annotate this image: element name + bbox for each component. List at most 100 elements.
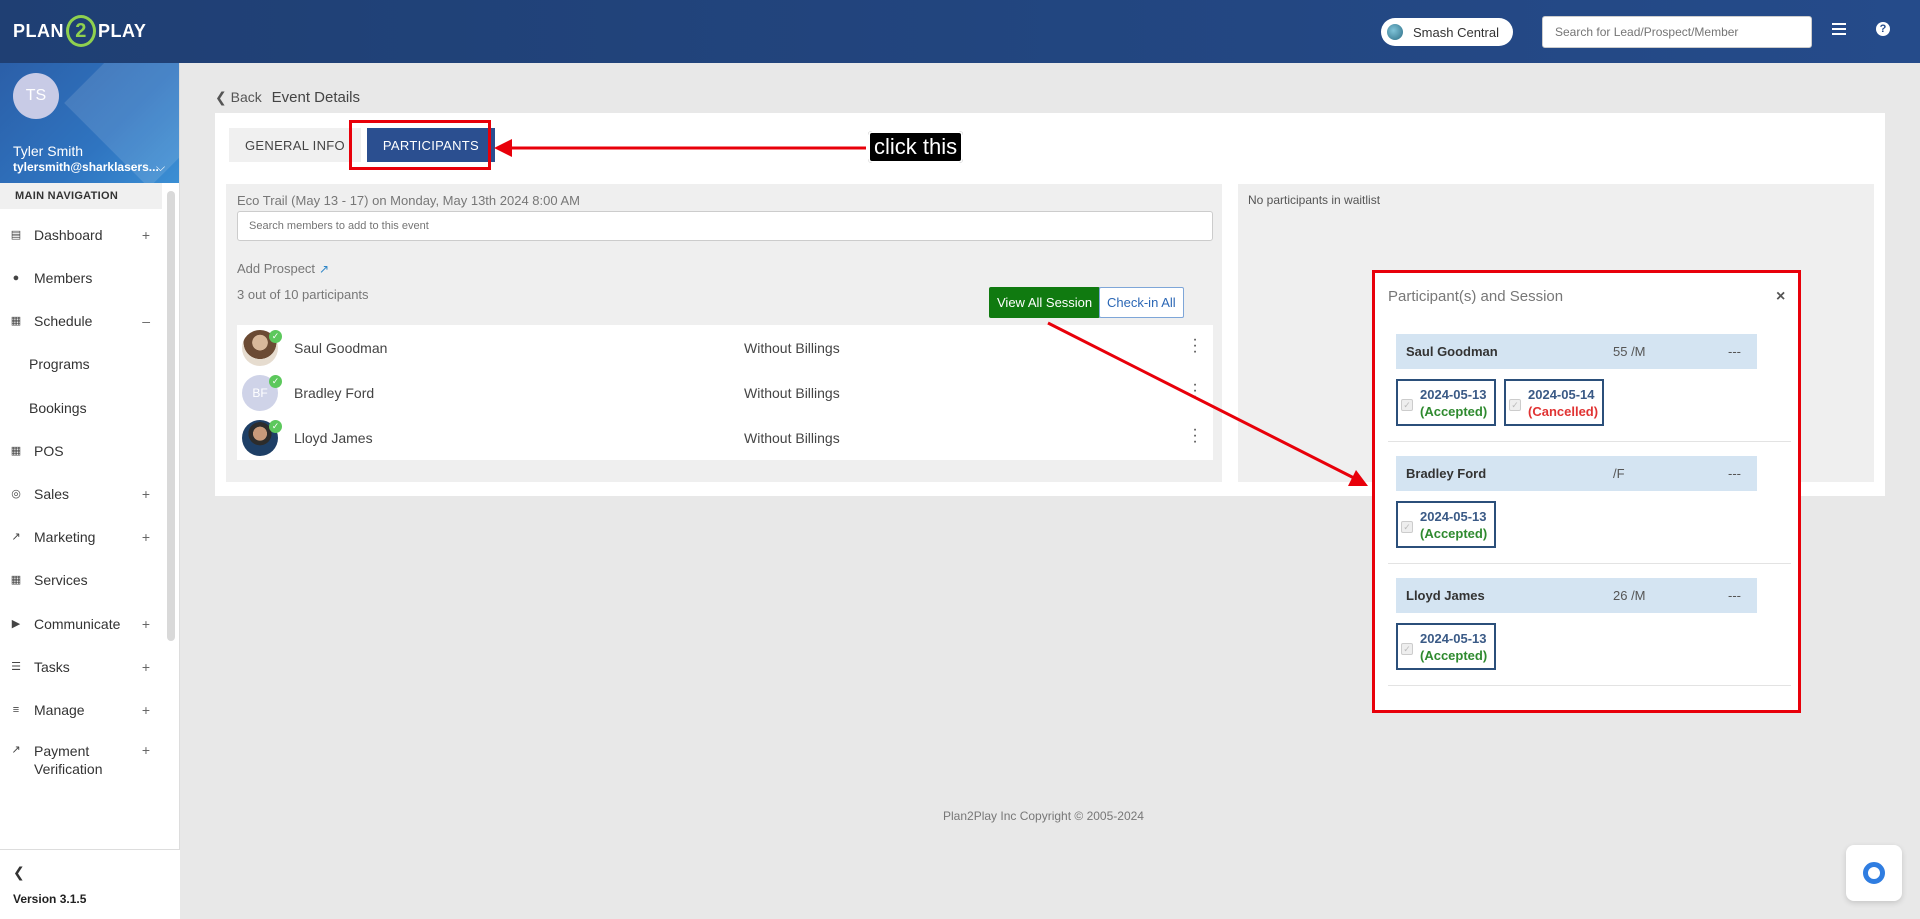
sidebar-item-payment-verification[interactable]: ↗ Payment Verification + (0, 738, 160, 782)
waitlist-empty-text: No participants in waitlist (1248, 193, 1381, 207)
globe-icon (1387, 24, 1403, 40)
breadcrumb: ❮ Back Event Details (215, 89, 360, 106)
chart-icon: ▤ (10, 229, 22, 241)
bars-icon: ≡ (12, 704, 20, 716)
sidebar-item-label: Members (34, 270, 93, 286)
session-checkbox[interactable]: ✓ (1401, 643, 1413, 655)
sidebar-item-communicate[interactable]: ▶ Communicate + (0, 609, 160, 639)
location-selector[interactable]: Smash Central (1381, 18, 1513, 46)
modal-title: Participant(s) and Session (1388, 288, 1564, 305)
expand-icon[interactable]: + (142, 702, 150, 718)
check-in-all-button[interactable]: Check-in All (1099, 287, 1184, 318)
session-date: 2024-05-13 (1420, 509, 1487, 524)
expand-icon[interactable]: + (142, 616, 150, 632)
session-chip[interactable]: ✓ 2024-05-13 (Accepted) (1396, 379, 1496, 426)
participant-name: Bradley Ford (1406, 466, 1487, 481)
divider (1388, 441, 1791, 442)
billing-status: Without Billings (744, 430, 840, 446)
member-search-input[interactable] (237, 211, 1213, 241)
sidebar-item-marketing[interactable]: ↗ Marketing + (0, 522, 160, 552)
session-checkbox[interactable]: ✓ (1509, 399, 1521, 411)
table-row[interactable]: BF ✓ Bradley Ford Without Billings · · · (237, 370, 1213, 415)
app-version: Version 3.1.5 (13, 892, 87, 906)
back-link[interactable]: ❮ Back (215, 89, 262, 105)
logo-text-play: PLAY (98, 20, 147, 41)
app-logo[interactable]: PLAN 2 PLAY (13, 13, 146, 49)
more-options-icon[interactable]: · · · (1192, 422, 1198, 450)
avatar[interactable]: TS (13, 73, 59, 119)
sidebar-item-label: Services (34, 572, 88, 588)
close-icon[interactable]: × (1776, 288, 1785, 306)
expand-icon[interactable]: + (142, 742, 150, 758)
session-chip[interactable]: ✓ 2024-05-14 (Cancelled) (1504, 379, 1604, 426)
expand-icon[interactable]: + (142, 529, 150, 545)
support-button[interactable] (1846, 845, 1902, 901)
sidebar-item-services[interactable]: ▦ Services (0, 565, 160, 595)
sidebar-item-label: Verification (34, 761, 103, 777)
session-list: ✓ 2024-05-13 (Accepted) (1396, 501, 1504, 548)
participant-list: ✓ Saul Goodman Without Billings · · · BF ✓… (237, 325, 1213, 460)
session-checkbox[interactable]: ✓ (1401, 399, 1413, 411)
sidebar-item-programs[interactable]: Programs (0, 349, 160, 379)
divider (1388, 685, 1791, 686)
session-status: (Accepted) (1420, 526, 1488, 541)
user-name: Tyler Smith (13, 143, 84, 159)
chevron-down-icon[interactable]: ⌵ (156, 160, 165, 175)
participant-count: 3 out of 10 participants (237, 287, 369, 302)
session-group-header: Saul Goodman 55 /M --- (1396, 334, 1757, 369)
session-group-header: Lloyd James 26 /M --- (1396, 578, 1757, 613)
session-date: 2024-05-13 (1420, 631, 1487, 646)
more-options-icon[interactable]: · · · (1192, 332, 1198, 360)
sidebar-item-pos[interactable]: ▦ POS (0, 436, 160, 466)
table-row[interactable]: ✓ Lloyd James Without Billings · · · (237, 415, 1213, 460)
sidebar-item-sales[interactable]: ◎ Sales + (0, 479, 160, 509)
event-summary: Eco Trail (May 13 - 17) on Monday, May 1… (237, 193, 580, 208)
participant-name[interactable]: Bradley Ford (294, 385, 374, 401)
help-icon[interactable]: ? (1876, 22, 1890, 36)
session-list: ✓ 2024-05-13 (Accepted) ✓ 2024-05-14 (Ca… (1396, 379, 1612, 426)
more-options-icon[interactable]: · · · (1192, 377, 1198, 405)
annotation-highlight-box (349, 120, 491, 170)
expand-icon[interactable]: + (142, 659, 150, 675)
participant-name[interactable]: Saul Goodman (294, 340, 387, 356)
sidebar-item-label: Dashboard (34, 227, 103, 243)
sidebar-item-manage[interactable]: ≡ Manage + (0, 695, 160, 725)
list-icon: ☰ (11, 661, 21, 673)
sidebar-item-members[interactable]: ● Members (0, 263, 160, 293)
calendar-icon: ▦ (10, 315, 22, 327)
sidebar-footer: ❮ Version 3.1.5 (0, 849, 180, 919)
collapse-sidebar-icon[interactable]: ❮ (13, 864, 25, 881)
sidebar-scrollbar[interactable] (167, 191, 175, 641)
sidebar-item-schedule[interactable]: ▦ Schedule – (0, 306, 160, 336)
hamburger-menu-icon[interactable] (1832, 23, 1846, 35)
chart-line-icon: ↗ (11, 744, 21, 756)
external-link-icon: ↗ (319, 262, 330, 276)
expand-icon[interactable]: + (142, 227, 150, 243)
page-title: Event Details (271, 89, 361, 106)
session-chip[interactable]: ✓ 2024-05-13 (Accepted) (1396, 501, 1496, 548)
logo-text-2: 2 (66, 15, 96, 47)
expand-icon[interactable]: + (142, 486, 150, 502)
sidebar-item-bookings[interactable]: Bookings (0, 393, 160, 423)
collapse-icon[interactable]: – (142, 313, 150, 329)
session-checkbox[interactable]: ✓ (1401, 521, 1413, 533)
sidebar-item-tasks[interactable]: ☰ Tasks + (0, 652, 160, 682)
tab-general-info[interactable]: GENERAL INFO (229, 128, 361, 162)
global-search-input[interactable] (1542, 16, 1812, 48)
sidebar-item-label-wrap: Payment Verification (34, 742, 102, 778)
check-icon: ✓ (269, 375, 282, 388)
participant-age-gender: /F (1613, 466, 1625, 481)
session-date: 2024-05-13 (1420, 387, 1487, 402)
session-chip[interactable]: ✓ 2024-05-13 (Accepted) (1396, 623, 1496, 670)
sidebar-item-dashboard[interactable]: ▤ Dashboard + (0, 220, 160, 250)
table-row[interactable]: ✓ Saul Goodman Without Billings · · · (237, 325, 1213, 370)
session-list: ✓ 2024-05-13 (Accepted) (1396, 623, 1504, 670)
view-all-session-button[interactable]: View All Session (989, 287, 1101, 318)
participant-name[interactable]: Lloyd James (294, 430, 373, 446)
sidebar-item-label: Schedule (34, 313, 93, 329)
session-group-header: Bradley Ford /F --- (1396, 456, 1757, 491)
session-group: Bradley Ford /F --- ✓ 2024-05-13 (Accept… (1396, 456, 1757, 548)
sidebar-item-label: Communicate (34, 616, 121, 632)
add-prospect-link[interactable]: Add Prospect ↗ (237, 261, 329, 276)
target-icon: ◎ (11, 488, 21, 500)
